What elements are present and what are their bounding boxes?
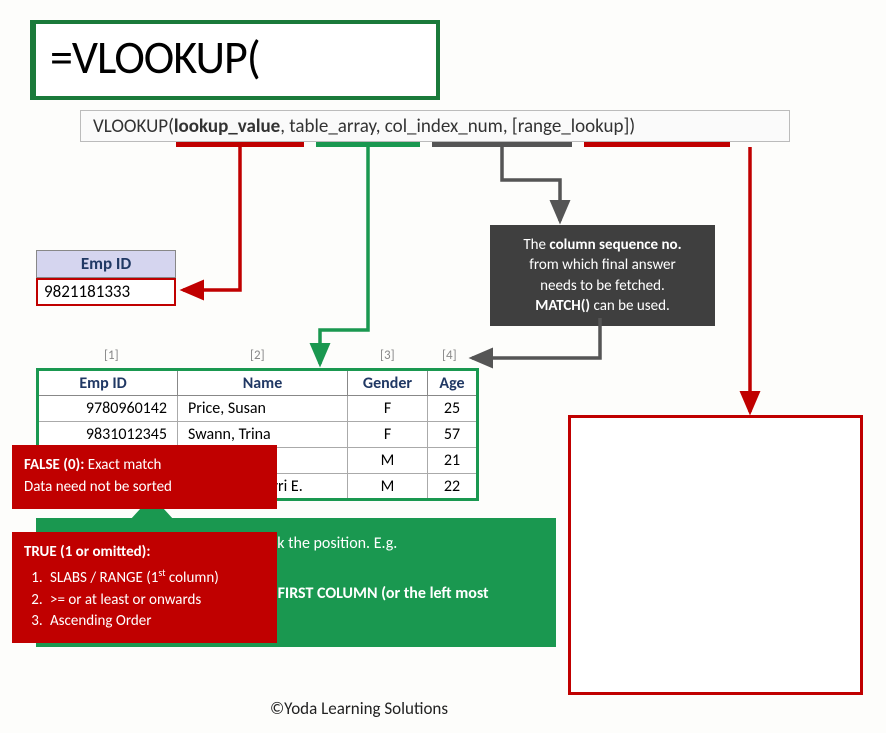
formula-box: =VLOOKUP( bbox=[30, 20, 440, 100]
underline-range-lookup bbox=[584, 142, 730, 147]
tooltip-fn: VLOOKUP( bbox=[93, 115, 174, 138]
range-lookup-false-box: FALSE (0): Exact match Data need not be … bbox=[12, 445, 277, 509]
tooltip-arg3: col_index_num bbox=[385, 115, 503, 138]
sep: , bbox=[503, 115, 512, 138]
txt: from which final answer bbox=[529, 256, 676, 274]
cell: 22 bbox=[428, 474, 478, 500]
formula-tooltip: VLOOKUP(lookup_value, table_array, col_i… bbox=[80, 110, 790, 142]
true-list: SLABS / RANGE (1st column) >= or at leas… bbox=[46, 566, 265, 633]
cell: F bbox=[348, 422, 428, 448]
th-empid: Emp ID bbox=[38, 370, 178, 396]
cell: Price, Susan bbox=[178, 396, 348, 422]
li: Ascending Order bbox=[46, 611, 265, 633]
table-row: 9780960142 Price, Susan F 25 bbox=[38, 396, 478, 422]
range-lookup-callout bbox=[568, 415, 863, 695]
col-index-2: [2] bbox=[250, 348, 265, 363]
cell: 25 bbox=[428, 396, 478, 422]
tooltip-arg1: lookup_value bbox=[174, 115, 280, 138]
txt: MATCH() bbox=[535, 297, 590, 315]
cell: 21 bbox=[428, 448, 478, 474]
cell: Swann, Trina bbox=[178, 422, 348, 448]
copyright-text: ©Yoda Learning Solutions bbox=[270, 698, 448, 719]
sep: , bbox=[376, 115, 385, 138]
txt: can be used. bbox=[590, 297, 670, 315]
th-name: Name bbox=[178, 370, 348, 396]
t: st bbox=[158, 566, 165, 579]
range-lookup-true-box: TRUE (1 or omitted): SLABS / RANGE (1st … bbox=[12, 532, 277, 643]
tooltip-arg4: [range_lookup] bbox=[512, 115, 629, 138]
li: >= or at least or onwards bbox=[46, 590, 265, 612]
table-row: 9831012345 Swann, Trina F 57 bbox=[38, 422, 478, 448]
underline-col-index bbox=[432, 142, 572, 147]
t: SLABS / RANGE (1 bbox=[50, 569, 158, 587]
table-header-row: Emp ID Name Gender Age bbox=[38, 370, 478, 396]
emp-id-header-cell: Emp ID bbox=[36, 250, 176, 278]
col-index-4: [4] bbox=[442, 348, 457, 363]
underline-lookup-value bbox=[176, 142, 304, 147]
txt: The bbox=[523, 236, 549, 254]
cell: 9831012345 bbox=[38, 422, 178, 448]
th-gender: Gender bbox=[348, 370, 428, 396]
t: Exact match bbox=[84, 456, 161, 474]
t: TRUE (1 or omitted): bbox=[24, 543, 151, 561]
t: FALSE (0): bbox=[24, 456, 84, 474]
txt: needs to be fetched. bbox=[540, 277, 665, 295]
cell: 9780960142 bbox=[38, 396, 178, 422]
col-index-callout: The column sequence no. from which final… bbox=[490, 225, 715, 326]
underline-table-array bbox=[316, 142, 420, 147]
t: Data need not be sorted bbox=[24, 478, 172, 496]
cell: M bbox=[348, 474, 428, 500]
txt: column sequence no. bbox=[549, 236, 681, 254]
col-index-1: [1] bbox=[104, 348, 119, 363]
th-age: Age bbox=[428, 370, 478, 396]
cell: F bbox=[348, 396, 428, 422]
tooltip-arg2: table_array bbox=[289, 115, 375, 138]
li: SLABS / RANGE (1st column) bbox=[46, 566, 265, 590]
emp-id-value-cell: 9821181333 bbox=[36, 278, 176, 306]
cell: 57 bbox=[428, 422, 478, 448]
sep: , bbox=[280, 115, 289, 138]
col-index-3: [3] bbox=[380, 348, 395, 363]
close: ) bbox=[629, 115, 635, 138]
cell: M bbox=[348, 448, 428, 474]
t: column) bbox=[166, 569, 219, 587]
